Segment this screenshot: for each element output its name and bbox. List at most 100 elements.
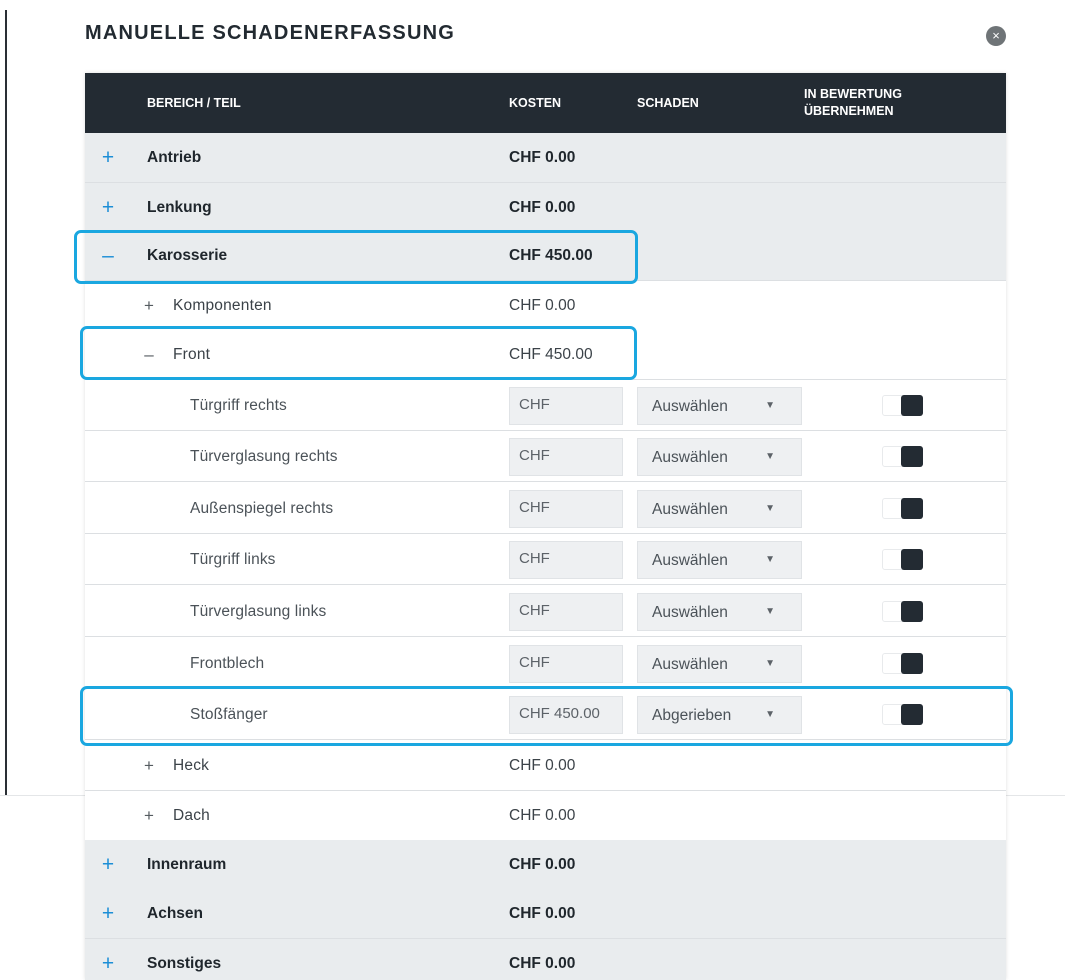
part-label: Stoßfänger [190,706,268,723]
damage-select-value: Abgerieben [652,707,732,724]
toggle-knob [901,601,923,622]
expand-icon[interactable]: + [97,939,119,980]
dropdown-arrow-icon: ▼ [765,658,775,669]
row-cost: CHF 0.00 [509,149,576,166]
window-edge-gap [5,795,7,980]
take-over-toggle[interactable] [882,446,923,467]
cost-input[interactable]: CHF [509,593,623,631]
window-edge-line [5,10,7,795]
dialog-title: MANUELLE SCHADENERFASSUNG [85,22,456,44]
row-cost: CHF 450.00 [509,247,593,264]
take-over-toggle[interactable] [882,704,923,725]
toggle-knob [901,498,923,519]
damage-select[interactable]: Abgerieben ▼ [637,696,802,734]
damage-select[interactable]: Auswählen ▼ [637,645,802,683]
damage-select-value: Auswählen [652,552,728,569]
part-label: Türgriff links [190,551,276,568]
cost-input-placeholder: CHF [519,550,550,567]
table-row: Türgriff links CHF Auswählen ▼ [85,535,1006,585]
header-uebernehmen-line2: ÜBERNEHMEN [804,104,894,118]
table-row: + Antrieb CHF 0.00 [85,133,1006,183]
row-cost: CHF 0.00 [509,199,576,216]
table-row: Türgriff rechts CHF Auswählen ▼ [85,381,1006,431]
cost-input[interactable]: CHF [509,438,623,476]
damage-select-value: Auswählen [652,501,728,518]
row-cost: CHF 450.00 [509,346,593,363]
table-row: + Achsen CHF 0.00 [85,889,1006,939]
take-over-toggle[interactable] [882,498,923,519]
damage-select-value: Auswählen [652,449,728,466]
table-row: + Sonstiges CHF 0.00 [85,939,1006,980]
table-row: Außenspiegel rechts CHF Auswählen ▼ [85,484,1006,534]
row-label: Antrieb [147,149,202,166]
toggle-knob [901,446,923,467]
row-label: Dach [173,807,210,824]
toggle-knob [901,395,923,416]
damage-select[interactable]: Auswählen ▼ [637,593,802,631]
header-uebernehmen: IN BEWERTUNG ÜBERNEHMEN [804,73,944,133]
header-schaden: SCHADEN [637,95,699,110]
damage-select-value: Auswählen [652,656,728,673]
damage-select[interactable]: Auswählen ▼ [637,438,802,476]
damage-select[interactable]: Auswählen ▼ [637,541,802,579]
row-label: Innenraum [147,856,227,873]
cost-input[interactable]: CHF [509,645,623,683]
header-kosten: KOSTEN [509,95,562,110]
collapse-icon[interactable]: – [97,231,119,280]
row-cost: CHF 0.00 [509,297,576,314]
cost-input-value: CHF 450.00 [519,705,600,722]
table-row: + Komponenten CHF 0.00 [85,281,1006,331]
part-label: Frontblech [190,655,265,672]
expand-icon[interactable]: + [140,281,158,330]
toggle-knob [901,704,923,725]
expand-icon[interactable]: + [140,741,158,790]
cost-input-placeholder: CHF [519,396,550,413]
close-icon[interactable]: × [986,26,1006,46]
row-label: Karosserie [147,247,228,264]
part-label: Türgriff rechts [190,397,287,414]
cost-input-placeholder: CHF [519,654,550,671]
dropdown-arrow-icon: ▼ [765,709,775,720]
cost-input[interactable]: CHF [509,490,623,528]
expand-icon[interactable]: + [140,791,158,840]
cost-input-placeholder: CHF [519,499,550,516]
damage-table: BEREICH / TEIL KOSTEN SCHADEN IN BEWERTU… [85,73,1006,980]
table-row: – Front CHF 450.00 [85,330,1006,380]
expand-icon[interactable]: + [97,133,119,182]
cost-input[interactable]: CHF 450.00 [509,696,623,734]
dropdown-arrow-icon: ▼ [765,451,775,462]
expand-icon[interactable]: + [97,183,119,232]
row-cost: CHF 0.00 [509,856,576,873]
dropdown-arrow-icon: ▼ [765,554,775,565]
take-over-toggle[interactable] [882,601,923,622]
take-over-toggle[interactable] [882,653,923,674]
table-row: + Heck CHF 0.00 [85,741,1006,791]
expand-icon[interactable]: + [97,889,119,938]
table-row: Türverglasung links CHF Auswählen ▼ [85,587,1006,637]
toggle-knob [901,549,923,570]
cost-input[interactable]: CHF [509,387,623,425]
damage-select[interactable]: Auswählen ▼ [637,387,802,425]
row-label: Lenkung [147,199,212,216]
table-row: + Dach CHF 0.00 [85,791,1006,841]
row-cost: CHF 0.00 [509,807,576,824]
table-row: Türverglasung rechts CHF Auswählen ▼ [85,432,1006,482]
toggle-knob [901,653,923,674]
take-over-toggle[interactable] [882,395,923,416]
damage-select[interactable]: Auswählen ▼ [637,490,802,528]
expand-icon[interactable]: + [97,840,119,889]
table-row: + Innenraum CHF 0.00 [85,840,1006,890]
collapse-icon[interactable]: – [140,330,158,379]
row-label: Heck [173,757,210,774]
row-cost: CHF 0.00 [509,905,576,922]
table-row: Stoßfänger CHF 450.00 Abgerieben ▼ [85,690,1006,740]
row-label: Sonstiges [147,955,222,972]
row-label: Komponenten [173,297,272,314]
cost-input-placeholder: CHF [519,602,550,619]
cost-input[interactable]: CHF [509,541,623,579]
take-over-toggle[interactable] [882,549,923,570]
damage-select-value: Auswählen [652,604,728,621]
header-uebernehmen-line1: IN BEWERTUNG [804,87,902,101]
table-row: – Karosserie CHF 450.00 [85,231,1006,281]
table-row: + Lenkung CHF 0.00 [85,183,1006,233]
